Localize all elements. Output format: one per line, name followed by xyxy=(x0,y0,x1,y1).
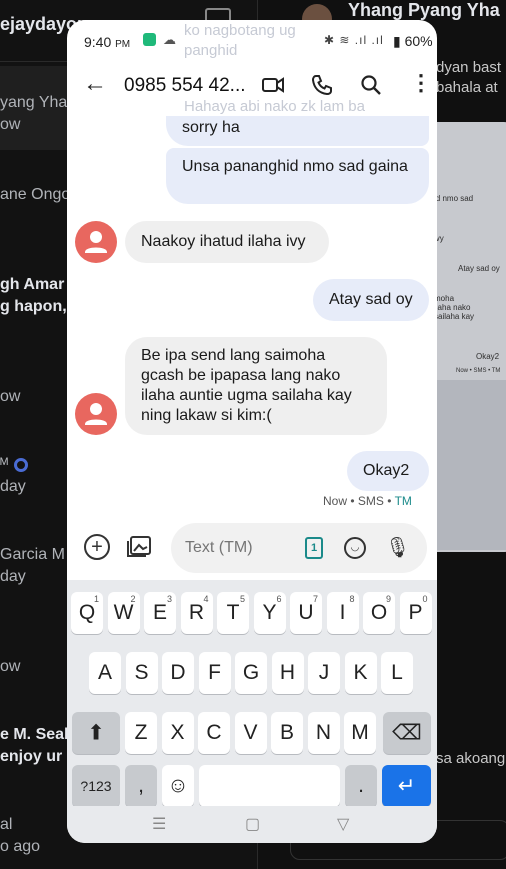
message-bubble-incoming[interactable]: Naakoy ihatud ilaha ivy xyxy=(125,221,329,263)
key-p[interactable]: P0 xyxy=(399,592,432,634)
key-o[interactable]: O9 xyxy=(363,592,395,634)
microphone-icon[interactable]: 🎙 xyxy=(385,535,410,560)
key-b[interactable]: B xyxy=(271,712,303,754)
gallery-icon[interactable] xyxy=(126,534,152,558)
more-options-icon[interactable]: ⋮ xyxy=(410,70,432,96)
message-bubble-outgoing[interactable]: Unsa pananghid nmo sad gaina xyxy=(166,148,429,204)
shift-key[interactable]: ⬆ xyxy=(72,712,120,754)
key-i[interactable]: I8 xyxy=(326,592,359,634)
message-status: Now • SMS • TM xyxy=(323,494,412,508)
comma-key[interactable]: , xyxy=(125,765,157,807)
message-bubble-outgoing[interactable]: Okay2 xyxy=(347,451,429,491)
key-a[interactable]: A xyxy=(89,652,121,694)
contact-name[interactable]: 0985 554 42... xyxy=(124,75,246,97)
key-u[interactable]: U7 xyxy=(290,592,322,634)
key-c[interactable]: C xyxy=(198,712,230,754)
back-arrow-icon[interactable]: ← xyxy=(83,70,107,98)
message-composer: + 1 ◡ 🎙 xyxy=(67,520,437,578)
space-key[interactable] xyxy=(199,765,340,807)
person-icon xyxy=(85,231,107,253)
system-indicators: ✱ ≋ .ıl .ıl xyxy=(324,33,384,47)
ghost-text: Hahaya abi nako zk lam ba xyxy=(184,98,365,115)
recents-icon[interactable]: ☰ xyxy=(152,814,166,834)
key-m[interactable]: M xyxy=(344,712,376,754)
message-bubble-incoming[interactable]: Be ipa send lang saimoha gcash be ipapas… xyxy=(125,337,387,435)
key-e[interactable]: E3 xyxy=(144,592,176,634)
emoji-key[interactable]: ☺ xyxy=(162,765,194,807)
key-v[interactable]: V xyxy=(234,712,267,754)
ghost-text: panghid xyxy=(184,42,238,59)
app-notification-icon xyxy=(143,33,156,46)
background-chat-title: Yhang Pyang Yha xyxy=(348,0,500,20)
back-icon[interactable]: ▽ xyxy=(337,814,349,834)
message-input[interactable] xyxy=(185,535,295,561)
enter-key[interactable]: ↵ xyxy=(382,765,431,807)
unread-indicator-icon xyxy=(14,457,29,472)
ghost-text: ko nagbotang ug xyxy=(184,22,296,39)
home-icon[interactable]: ▢ xyxy=(245,814,260,834)
key-l[interactable]: L xyxy=(381,652,413,694)
key-g[interactable]: G xyxy=(235,652,267,694)
contact-avatar[interactable] xyxy=(75,393,117,435)
key-x[interactable]: X xyxy=(161,712,194,754)
key-d[interactable]: D xyxy=(162,652,194,694)
key-t[interactable]: T5 xyxy=(217,592,249,634)
phone-icon[interactable] xyxy=(310,73,334,97)
add-attachment-icon[interactable]: + xyxy=(84,534,110,560)
key-s[interactable]: S xyxy=(125,652,158,694)
key-y[interactable]: Y6 xyxy=(253,592,286,634)
battery-indicator: ▮ 60% xyxy=(393,33,433,49)
key-f[interactable]: F xyxy=(198,652,231,694)
navigation-bar: ☰ ▢ ▽ xyxy=(67,806,437,843)
status-time: 9:40 PM xyxy=(84,34,131,50)
background-chat-message: dyan bast bahala at xyxy=(436,59,502,96)
sim-selector-icon[interactable]: 1 xyxy=(305,537,323,559)
key-w[interactable]: W2 xyxy=(107,592,140,634)
person-icon xyxy=(85,403,107,425)
message-bubble-outgoing[interactable]: sorry ha xyxy=(166,116,429,146)
key-j[interactable]: J xyxy=(308,652,340,694)
background-chat-message: sa akoang xyxy=(436,750,506,767)
key-q[interactable]: Q1 xyxy=(71,592,103,634)
key-k[interactable]: K xyxy=(344,652,377,694)
message-bubble-outgoing[interactable]: Atay sad oy xyxy=(313,279,429,321)
period-key[interactable]: . xyxy=(345,765,377,807)
key-n[interactable]: N xyxy=(307,712,340,754)
key-h[interactable]: H xyxy=(271,652,304,694)
text-field-container: 1 ◡ 🎙 xyxy=(171,523,427,573)
search-icon[interactable] xyxy=(359,73,383,97)
emoji-icon[interactable]: ◡ xyxy=(344,537,366,559)
keyboard: Q1W2E3R4T5Y6U7I8O9P0 ASDFGHJKL ZXCVBNM ⬆… xyxy=(67,580,437,807)
key-z[interactable]: Z xyxy=(125,712,157,754)
symbols-key[interactable]: ?123 xyxy=(72,765,120,807)
contact-avatar[interactable] xyxy=(75,221,117,263)
phone-screen: 9:40 PM ☁ ✱ ≋ .ıl .ıl ▮ 60% ko nagbotang… xyxy=(67,20,437,843)
cloud-icon: ☁ xyxy=(163,32,176,47)
backspace-key[interactable]: ⌫ xyxy=(383,712,431,754)
video-icon[interactable] xyxy=(261,73,285,97)
key-r[interactable]: R4 xyxy=(180,592,213,634)
